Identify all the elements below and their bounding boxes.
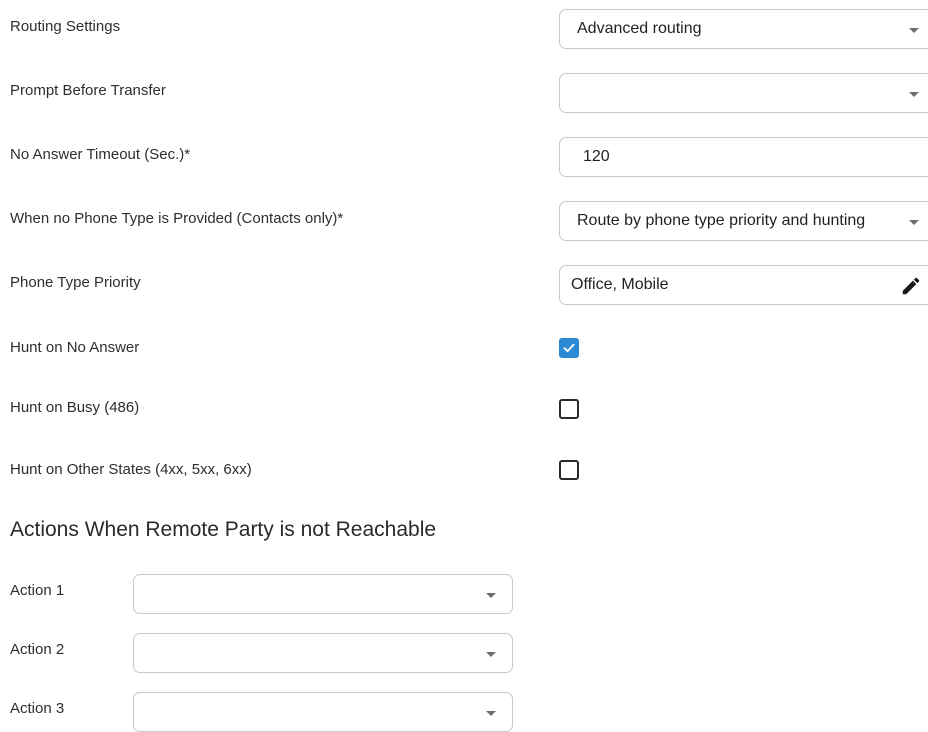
chevron-down-icon [486,711,496,716]
chevron-down-icon [486,593,496,598]
actions-section-title: Actions When Remote Party is not Reachab… [10,518,437,541]
no-phone-type-value: Route by phone type priority and hunting [577,212,866,229]
routing-settings-value: Advanced routing [577,20,702,37]
hunt-on-no-answer-label: Hunt on No Answer [10,339,140,356]
chevron-down-icon [486,652,496,657]
action-label: Action 2 [10,641,65,658]
chevron-down-icon [909,28,919,33]
hunt-on-busy-label: Hunt on Busy (486) [10,399,140,416]
no-phone-type-label: When no Phone Type is Provided (Contacts… [10,210,344,227]
prompt-before-transfer-select[interactable] [559,73,928,113]
action-label: Action 1 [10,582,65,599]
hunt-on-other-states-label: Hunt on Other States (4xx, 5xx, 6xx) [10,461,252,478]
routing-settings-select[interactable]: Advanced routing [559,9,928,49]
routing-settings-label: Routing Settings [10,18,121,35]
action-1-select[interactable] [133,574,513,614]
prompt-before-transfer-label: Prompt Before Transfer [10,82,166,99]
action-label: Action 3 [10,700,65,717]
action-2-select[interactable] [133,633,513,673]
hunt-on-busy-checkbox[interactable] [559,399,579,419]
chevron-down-icon [909,220,919,225]
hunt-on-other-states-checkbox[interactable] [559,460,579,480]
no-answer-timeout-input[interactable] [559,137,928,177]
phone-type-priority-field[interactable]: Office, Mobile [559,265,928,305]
phone-type-priority-label: Phone Type Priority [10,274,141,291]
phone-type-priority-value: Office, Mobile [571,276,669,293]
action-3-select[interactable] [133,692,513,732]
no-phone-type-select[interactable]: Route by phone type priority and hunting [559,201,928,241]
pencil-icon[interactable] [900,275,922,297]
hunt-on-no-answer-checkbox[interactable] [559,338,579,358]
no-answer-timeout-label: No Answer Timeout (Sec.)* [10,146,191,163]
checkmark-icon [563,343,575,353]
chevron-down-icon [909,92,919,97]
